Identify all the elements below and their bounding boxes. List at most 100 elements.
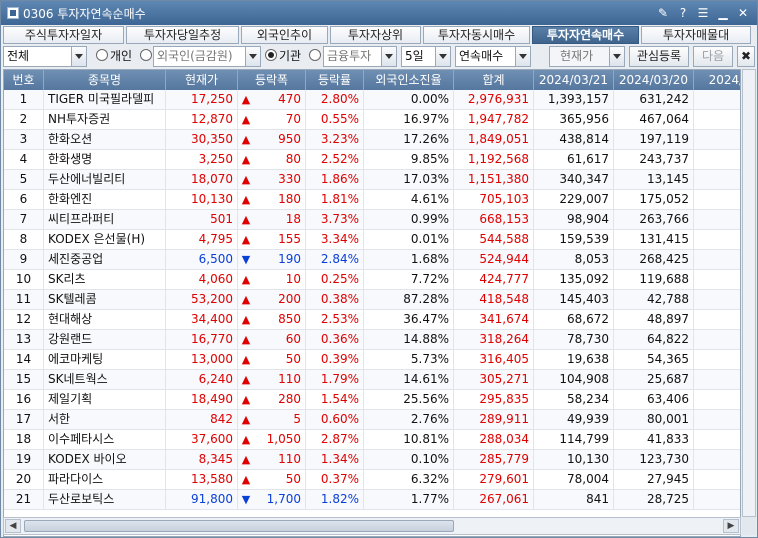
cell-name[interactable]: SK네트웍스 — [44, 370, 166, 389]
foreign-select[interactable]: 외국인(금감원) — [153, 46, 261, 67]
cell-name[interactable]: KODEX 은선물(H) — [44, 230, 166, 249]
chevron-down-icon[interactable] — [245, 47, 260, 66]
table-row[interactable]: 8 KODEX 은선물(H) 4,795 ▲ 155 3.34% 0.01% 544,588 1… — [4, 230, 740, 250]
pin-icon[interactable]: ✎ — [655, 5, 671, 21]
cell-foreign: 17.26% — [364, 130, 454, 149]
tab-investor-daily[interactable]: 주식투자자일자 — [3, 26, 124, 44]
tab-investor-supply[interactable]: 투자자매물대 — [641, 26, 751, 44]
cell-name[interactable]: NH투자증권 — [44, 110, 166, 129]
table-row[interactable]: 10 SK리츠 4,060 ▲ 10 0.25% 7.72% 424,777 135,092 11… — [4, 270, 740, 290]
help-icon[interactable]: ? — [675, 5, 691, 21]
cell-d3: 2 — [694, 330, 740, 349]
cell-d2: 243,737 — [614, 150, 694, 169]
cell-name[interactable]: 강원랜드 — [44, 330, 166, 349]
cell-name[interactable]: 세진중공업 — [44, 250, 166, 269]
cell-name[interactable]: 한화오션 — [44, 130, 166, 149]
close-panel-icon[interactable]: ✖ — [737, 46, 755, 67]
col-d1[interactable]: 2024/03/21 — [534, 70, 614, 90]
table-row[interactable]: 4 한화생명 3,250 ▲ 80 2.52% 9.85% 1,192,568 61,617 24… — [4, 150, 740, 170]
scroll-thumb[interactable] — [24, 520, 454, 532]
chevron-down-icon[interactable] — [71, 47, 86, 66]
cell-rate: 0.60% — [306, 410, 364, 429]
title-bar[interactable]: 0306 투자자연속순매수 ✎ ? ☰ ▁ ✕ — [1, 1, 757, 25]
radio-foreign[interactable] — [140, 49, 152, 61]
cell-name[interactable]: 한화생명 — [44, 150, 166, 169]
sort-select[interactable]: 현재가 — [549, 46, 625, 67]
cell-no: 4 — [4, 150, 44, 169]
table-row[interactable]: 9 세진중공업 6,500 ▼ 190 2.84% 1.68% 524,944 8,053 268… — [4, 250, 740, 270]
table-row[interactable]: 11 SK텔레콤 53,200 ▲ 200 0.38% 87.28% 418,548 145,4… — [4, 290, 740, 310]
cell-name[interactable]: 파라다이스 — [44, 470, 166, 489]
cell-name[interactable]: 한화엔진 — [44, 190, 166, 209]
chevron-down-icon[interactable] — [515, 47, 530, 66]
table-row[interactable]: 6 한화엔진 10,130 ▲ 180 1.81% 4.61% 705,103 229,007 1… — [4, 190, 740, 210]
table-row[interactable]: 5 두산에너빌리티 18,070 ▲ 330 1.86% 17.03% 1,151,380 34… — [4, 170, 740, 190]
mode-select[interactable]: 연속매수 — [455, 46, 531, 67]
horizontal-scrollbar[interactable]: ◀ ▶ — [3, 517, 741, 535]
tab-investor-simultaneous-buy[interactable]: 투자자동시매수 — [423, 26, 530, 44]
scroll-right-icon[interactable]: ▶ — [723, 519, 739, 533]
radio-financial-investment[interactable] — [309, 49, 321, 61]
col-diff[interactable]: 등락폭 — [238, 70, 306, 90]
table-row[interactable]: 1 TIGER 미국필라델피 17,250 ▲ 470 2.80% 0.00% 2,976,9… — [4, 90, 740, 110]
close-icon[interactable]: ✕ — [735, 5, 751, 21]
vertical-scrollbar[interactable] — [742, 69, 756, 517]
col-name[interactable]: 종목명 — [44, 70, 166, 90]
col-d3[interactable]: 2024/03 — [694, 70, 740, 90]
table-row[interactable]: 3 한화오션 30,350 ▲ 950 3.23% 17.26% 1,849,051 438,8… — [4, 130, 740, 150]
radio-institution[interactable] — [265, 49, 277, 61]
tab-foreign-trend[interactable]: 외국인추이 — [241, 26, 328, 44]
radio-individual[interactable] — [96, 49, 108, 61]
market-select[interactable]: 전체 — [3, 46, 87, 67]
tab-investor-top[interactable]: 투자자상위 — [330, 26, 421, 44]
cell-name[interactable]: KODEX 바이오 — [44, 450, 166, 469]
table-row[interactable]: 15 SK네트웍스 6,240 ▲ 110 1.79% 14.61% 305,271 104,9… — [4, 370, 740, 390]
col-rate[interactable]: 등락률 — [306, 70, 364, 90]
cell-rate: 1.82% — [306, 490, 364, 509]
table-row[interactable]: 20 파라다이스 13,580 ▲ 50 0.37% 6.32% 279,601 78,004 2… — [4, 470, 740, 490]
next-button[interactable]: 다음 — [693, 46, 733, 67]
tab-investor-intraday-estimate[interactable]: 투자자당일추정 — [126, 26, 239, 44]
cell-name[interactable]: 두산로보틱스 — [44, 490, 166, 509]
minimize-icon[interactable]: ▁ — [715, 5, 731, 21]
cell-name[interactable]: SK텔레콤 — [44, 290, 166, 309]
table-row[interactable]: 21 두산로보틱스 91,800 ▼ 1,700 1.82% 1.77% 267,061 841… — [4, 490, 740, 510]
cell-name[interactable]: SK리츠 — [44, 270, 166, 289]
table-row[interactable]: 13 강원랜드 16,770 ▲ 60 0.36% 14.88% 318,264 78,730 6… — [4, 330, 740, 350]
table-row[interactable]: 12 현대해상 34,400 ▲ 850 2.53% 36.47% 341,674 68,672… — [4, 310, 740, 330]
watch-register-button[interactable]: 관심등록 — [629, 46, 689, 67]
col-no[interactable]: 번호 — [4, 70, 44, 90]
up-triangle-icon: ▲ — [241, 413, 251, 426]
financial-investment-select[interactable]: 금융투자 — [323, 46, 397, 67]
cell-name[interactable]: TIGER 미국필라델피 — [44, 90, 166, 109]
col-total[interactable]: 합계 — [454, 70, 534, 90]
cell-name[interactable]: 서한 — [44, 410, 166, 429]
menu-icon[interactable]: ☰ — [695, 5, 711, 21]
col-price[interactable]: 현재가 — [166, 70, 238, 90]
table-row[interactable]: 14 에코마케팅 13,000 ▲ 50 0.39% 5.73% 316,405 19,638 5… — [4, 350, 740, 370]
table-row[interactable]: 17서한842▲50.60%2.76%289,91149,93980,0015 — [4, 410, 740, 430]
table-row[interactable]: 7 씨티프라퍼티 501 ▲ 18 3.73% 0.99% 668,153 98,904 263,… — [4, 210, 740, 230]
cell-total: 418,548 — [454, 290, 534, 309]
cell-name[interactable]: 씨티프라퍼티 — [44, 210, 166, 229]
table-row[interactable]: 18 이수페타시스 37,600 ▲ 1,050 2.87% 10.81% 288,034 11… — [4, 430, 740, 450]
scroll-left-icon[interactable]: ◀ — [5, 519, 21, 533]
table-row[interactable]: 2 NH투자증권 12,870 ▲ 70 0.55% 16.97% 1,947,782 365,… — [4, 110, 740, 130]
chevron-down-icon[interactable] — [381, 47, 396, 66]
cell-name[interactable]: 두산에너빌리티 — [44, 170, 166, 189]
cell-name[interactable]: 제일기획 — [44, 390, 166, 409]
tab-investor-consecutive-buy[interactable]: 투자자연속매수 — [532, 26, 639, 44]
days-select[interactable]: 5일 — [401, 46, 451, 67]
cell-name[interactable]: 에코마케팅 — [44, 350, 166, 369]
cell-d2: 131,415 — [614, 230, 694, 249]
col-foreign[interactable]: 외국인소진율 — [364, 70, 454, 90]
chevron-down-icon[interactable] — [609, 47, 624, 66]
cell-diff: ▲ 155 — [238, 230, 306, 249]
col-d2[interactable]: 2024/03/20 — [614, 70, 694, 90]
cell-name[interactable]: 이수페타시스 — [44, 430, 166, 449]
table-row[interactable]: 19 KODEX 바이오 8,345 ▲ 110 1.34% 0.10% 285,779 10,… — [4, 450, 740, 470]
cell-name[interactable]: 현대해상 — [44, 310, 166, 329]
table-row[interactable]: 16 제일기획 18,490 ▲ 280 1.54% 25.56% 295,835 58,234… — [4, 390, 740, 410]
chevron-down-icon[interactable] — [435, 47, 450, 66]
cell-d2: 28,725 — [614, 490, 694, 509]
